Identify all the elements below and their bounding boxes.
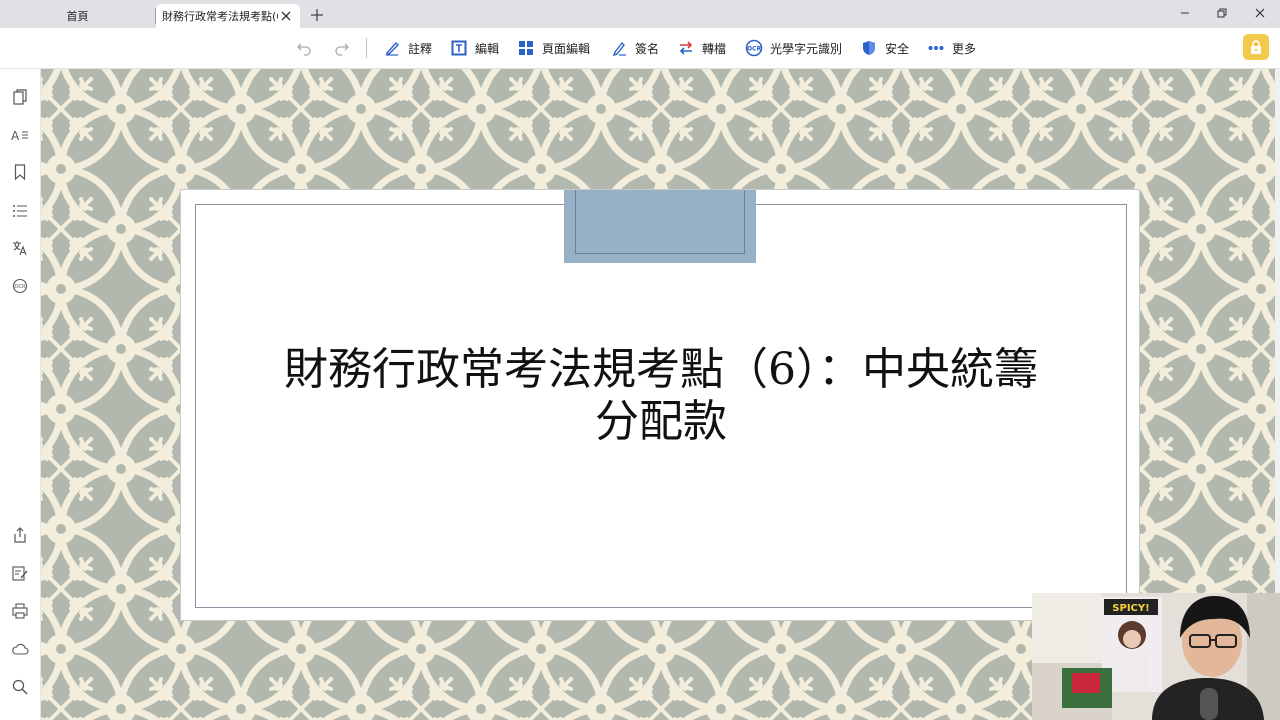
ocr-sidebar-button[interactable]: OCR — [10, 276, 30, 296]
redo-icon — [335, 43, 349, 56]
search-icon — [12, 679, 28, 695]
undo-icon — [297, 43, 311, 56]
more-button[interactable]: 更多 — [927, 37, 976, 59]
form-button[interactable] — [10, 563, 30, 583]
convert-arrows-icon — [677, 39, 695, 57]
slide-page: 財務行政常考法規考點（6）：中央統籌 分配款 — [180, 189, 1140, 621]
tab-bar: 首頁 財務行政常考法規考點(6... — [0, 0, 1280, 28]
edit-button[interactable]: 編輯 — [450, 37, 499, 59]
ocr-icon: OCR — [745, 39, 763, 57]
grid-pages-icon — [517, 39, 535, 57]
window-close-button[interactable] — [1248, 4, 1272, 22]
convert-button[interactable]: 轉檔 — [677, 37, 726, 59]
minimize-icon — [1181, 12, 1189, 14]
premium-button[interactable] — [1243, 34, 1269, 60]
printer-icon — [12, 603, 28, 619]
pen-annotate-icon — [383, 39, 401, 57]
presenter-video-frame: SPICY! — [1032, 593, 1280, 720]
text-size-icon: A — [11, 129, 28, 142]
form-edit-icon — [12, 566, 28, 581]
undo-button[interactable] — [296, 37, 312, 59]
translate-icon — [13, 241, 27, 256]
svg-text:SPICY!: SPICY! — [1112, 603, 1149, 614]
slide-title-line-2: 分配款 — [595, 396, 727, 447]
security-label: 安全 — [885, 41, 910, 56]
close-icon — [1255, 8, 1265, 18]
sign-pen-icon — [610, 39, 628, 57]
slide-title: 財務行政常考法規考點（6）：中央統籌 分配款 — [211, 344, 1111, 448]
webcam-overlay: SPICY! — [1032, 593, 1280, 720]
toolbar-divider — [366, 38, 367, 58]
text-recognition-button[interactable]: A — [10, 125, 30, 145]
print-button[interactable] — [10, 601, 30, 621]
sign-button[interactable]: 簽名 — [610, 37, 659, 59]
lock-icon — [1251, 40, 1261, 54]
svg-text:A: A — [11, 129, 20, 142]
annotate-button[interactable]: 註釋 — [383, 37, 432, 59]
tab-home[interactable]: 首頁 — [0, 4, 155, 28]
more-label: 更多 — [952, 41, 977, 56]
bookmark-icon — [14, 164, 26, 180]
left-sidebar: A OCR — [0, 69, 41, 720]
security-button[interactable]: 安全 — [860, 37, 909, 59]
main-toolbar: 註釋 編輯 頁面編輯 簽名 轉檔 OCR 光學字元識別 安全 更多 — [0, 28, 1280, 69]
annotate-label: 註釋 — [408, 41, 433, 56]
list-icon — [13, 205, 27, 217]
sign-label: 簽名 — [635, 41, 660, 56]
slide-title-line-1: 財務行政常考法規考點（6）：中央統籌 — [284, 344, 1038, 395]
tab-document[interactable]: 財務行政常考法規考點(6... — [156, 4, 300, 28]
minimize-button[interactable] — [1173, 4, 1197, 22]
thumbnails-button[interactable] — [10, 87, 30, 107]
plus-icon — [311, 9, 323, 21]
ocr-label: 光學字元識別 — [770, 41, 843, 56]
close-icon[interactable] — [278, 8, 294, 24]
ocr-button[interactable]: OCR 光學字元識別 — [745, 37, 842, 59]
restore-icon — [1217, 8, 1227, 18]
edit-text-icon — [450, 39, 468, 57]
page-edit-button[interactable]: 頁面編輯 — [517, 37, 590, 59]
new-tab-button[interactable] — [308, 6, 326, 24]
redo-button[interactable] — [334, 37, 350, 59]
bookmarks-button[interactable] — [10, 162, 30, 182]
edit-label: 編輯 — [475, 41, 500, 56]
pages-icon — [13, 89, 27, 105]
tab-home-label: 首頁 — [66, 10, 89, 23]
outline-button[interactable] — [10, 201, 30, 221]
page-edit-label: 頁面編輯 — [542, 41, 591, 56]
more-dots-icon — [927, 39, 945, 57]
slide-header-block — [564, 190, 756, 263]
cloud-button[interactable] — [10, 639, 30, 659]
shield-icon — [860, 39, 878, 57]
ocr-icon: OCR — [12, 278, 28, 294]
convert-label: 轉檔 — [702, 41, 727, 56]
share-button[interactable] — [10, 525, 30, 545]
tab-document-label: 財務行政常考法規考點(6... — [162, 10, 278, 23]
cloud-icon — [12, 643, 29, 655]
slide-header-frame — [575, 190, 745, 254]
search-button[interactable] — [10, 677, 30, 697]
translate-button[interactable] — [10, 238, 30, 258]
svg-text:OCR: OCR — [747, 46, 762, 53]
share-icon — [14, 527, 26, 543]
restore-button[interactable] — [1210, 4, 1234, 22]
svg-text:OCR: OCR — [15, 284, 26, 290]
